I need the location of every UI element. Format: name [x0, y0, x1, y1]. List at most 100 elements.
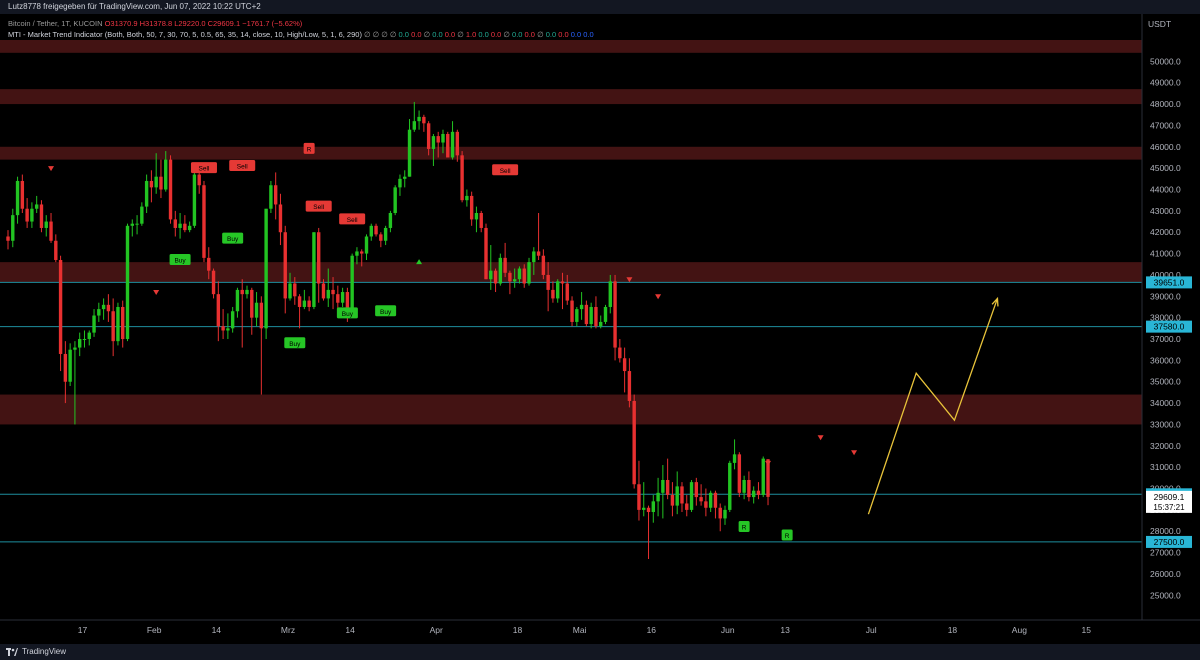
y-tick-label: 26000.0: [1150, 569, 1181, 579]
candle-body: [584, 304, 589, 325]
signal-label: R: [742, 524, 747, 531]
candle-body: [197, 174, 201, 186]
candle-body: [326, 289, 330, 299]
candle-body: [541, 255, 546, 275]
candle-body: [207, 257, 211, 271]
resistance-zone: [0, 394, 1142, 425]
signal-triangle-icon: [655, 294, 662, 300]
candle-body: [130, 223, 134, 226]
candle-body: [675, 486, 679, 506]
y-tick-label: 31000.0: [1150, 462, 1181, 472]
candle-body: [111, 311, 115, 342]
price-level-badge-text: 39651.0: [1154, 277, 1185, 287]
candle-body: [685, 503, 689, 510]
indicator-title[interactable]: MTI - Market Trend Indicator (Both, Both…: [8, 30, 362, 39]
indicator-value: 0.0: [556, 30, 569, 39]
candle-body: [101, 304, 106, 310]
bar-countdown-text: 15:37:21: [1153, 503, 1185, 512]
ohlc-values: O31370.9 H31378.8 L29220.0 C29609.1 −176…: [104, 19, 303, 28]
resistance-zone: [0, 89, 1142, 105]
y-tick-label: 36000.0: [1150, 355, 1181, 365]
signal-label: Buy: [342, 311, 354, 318]
candle-body: [670, 494, 675, 506]
candle-body: [713, 492, 718, 508]
candle-body: [737, 454, 742, 493]
candle-body: [474, 213, 479, 220]
candle-body: [493, 270, 498, 284]
y-tick-label: 43000.0: [1150, 206, 1181, 216]
candle-body: [603, 306, 608, 322]
indicator-value: 0.0: [522, 30, 535, 39]
candle-body: [30, 208, 34, 222]
indicator-value: 0.0: [488, 30, 502, 39]
candle-body: [11, 215, 15, 241]
y-tick-label: 35000.0: [1150, 377, 1181, 387]
candle-body: [422, 116, 426, 124]
y-tick-label: 50000.0: [1150, 56, 1181, 66]
resistance-zone: [0, 40, 1142, 53]
candle-body: [498, 257, 503, 284]
candle-body: [747, 479, 751, 498]
candle-body: [178, 223, 182, 228]
candle-body: [63, 353, 68, 382]
y-tick-label: 41000.0: [1150, 249, 1181, 259]
candle-body: [364, 236, 369, 254]
y-tick-label: 37000.0: [1150, 334, 1181, 344]
price-level-badge-text: 27500.0: [1154, 537, 1185, 547]
candle-body: [403, 176, 407, 179]
candle-body: [73, 347, 77, 350]
signal-triangle-icon: [851, 450, 858, 456]
x-tick-label: 15: [1082, 625, 1092, 635]
signal-triangle-icon: [416, 259, 423, 265]
candle-body: [216, 294, 221, 327]
candle-body: [273, 185, 278, 205]
x-tick-label: 14: [212, 625, 222, 635]
candle-body: [694, 482, 699, 498]
signal-label: Sell: [313, 204, 324, 211]
candle-body: [613, 281, 617, 348]
candle-body: [484, 227, 488, 280]
candle-body: [661, 479, 665, 493]
candle-body: [642, 507, 646, 510]
signal-label: Sell: [199, 166, 210, 173]
candle-body: [140, 206, 144, 224]
candle-body: [6, 236, 10, 241]
candle-body: [149, 180, 154, 188]
candle-body: [565, 283, 569, 301]
candle-body: [579, 304, 584, 310]
x-tick-label: 17: [78, 625, 88, 635]
candle-body: [221, 326, 225, 331]
candle-body: [728, 462, 732, 510]
candlestick-chart[interactable]: Sell Sell Buy Buy R Sell Sell Buy Buy Buy Sell R R US…: [0, 14, 1200, 644]
indicator-value: 0.0: [509, 30, 523, 39]
candle-body: [407, 129, 412, 177]
y-tick-label: 49000.0: [1150, 78, 1181, 88]
candle-body: [608, 281, 612, 307]
y-tick-label: 25000.0: [1150, 590, 1181, 600]
candle-body: [680, 486, 684, 504]
candle-body: [125, 225, 130, 340]
candle-body: [756, 490, 761, 495]
price-level-badge-text: 37580.0: [1154, 322, 1185, 332]
tradingview-logo-icon: [6, 648, 18, 656]
symbol-title[interactable]: Bitcoin / Tether, 1T, KUCOIN: [8, 19, 102, 28]
indicator-value: 0.0: [476, 30, 489, 39]
candle-body: [144, 180, 149, 207]
x-tick-label: Aug: [1012, 625, 1027, 635]
indicator-value: ∅: [534, 30, 544, 39]
candle-body: [92, 315, 96, 333]
candle-body: [460, 155, 464, 201]
y-tick-label: 42000.0: [1150, 227, 1181, 237]
candle-body: [336, 294, 340, 303]
candle-body: [627, 371, 632, 401]
indicator-value: 1.0: [463, 30, 477, 39]
candle-body: [455, 131, 460, 156]
footer-brand: TradingView: [22, 647, 67, 656]
signal-triangle-icon: [48, 166, 55, 172]
indicator-value: ∅: [370, 30, 380, 39]
candle-body: [235, 289, 240, 312]
chart-legend: Bitcoin / Tether, 1T, KUCOIN O31370.9 H3…: [8, 18, 594, 40]
candle-body: [360, 251, 364, 254]
candle-body: [97, 309, 101, 316]
candle-body: [312, 232, 316, 307]
